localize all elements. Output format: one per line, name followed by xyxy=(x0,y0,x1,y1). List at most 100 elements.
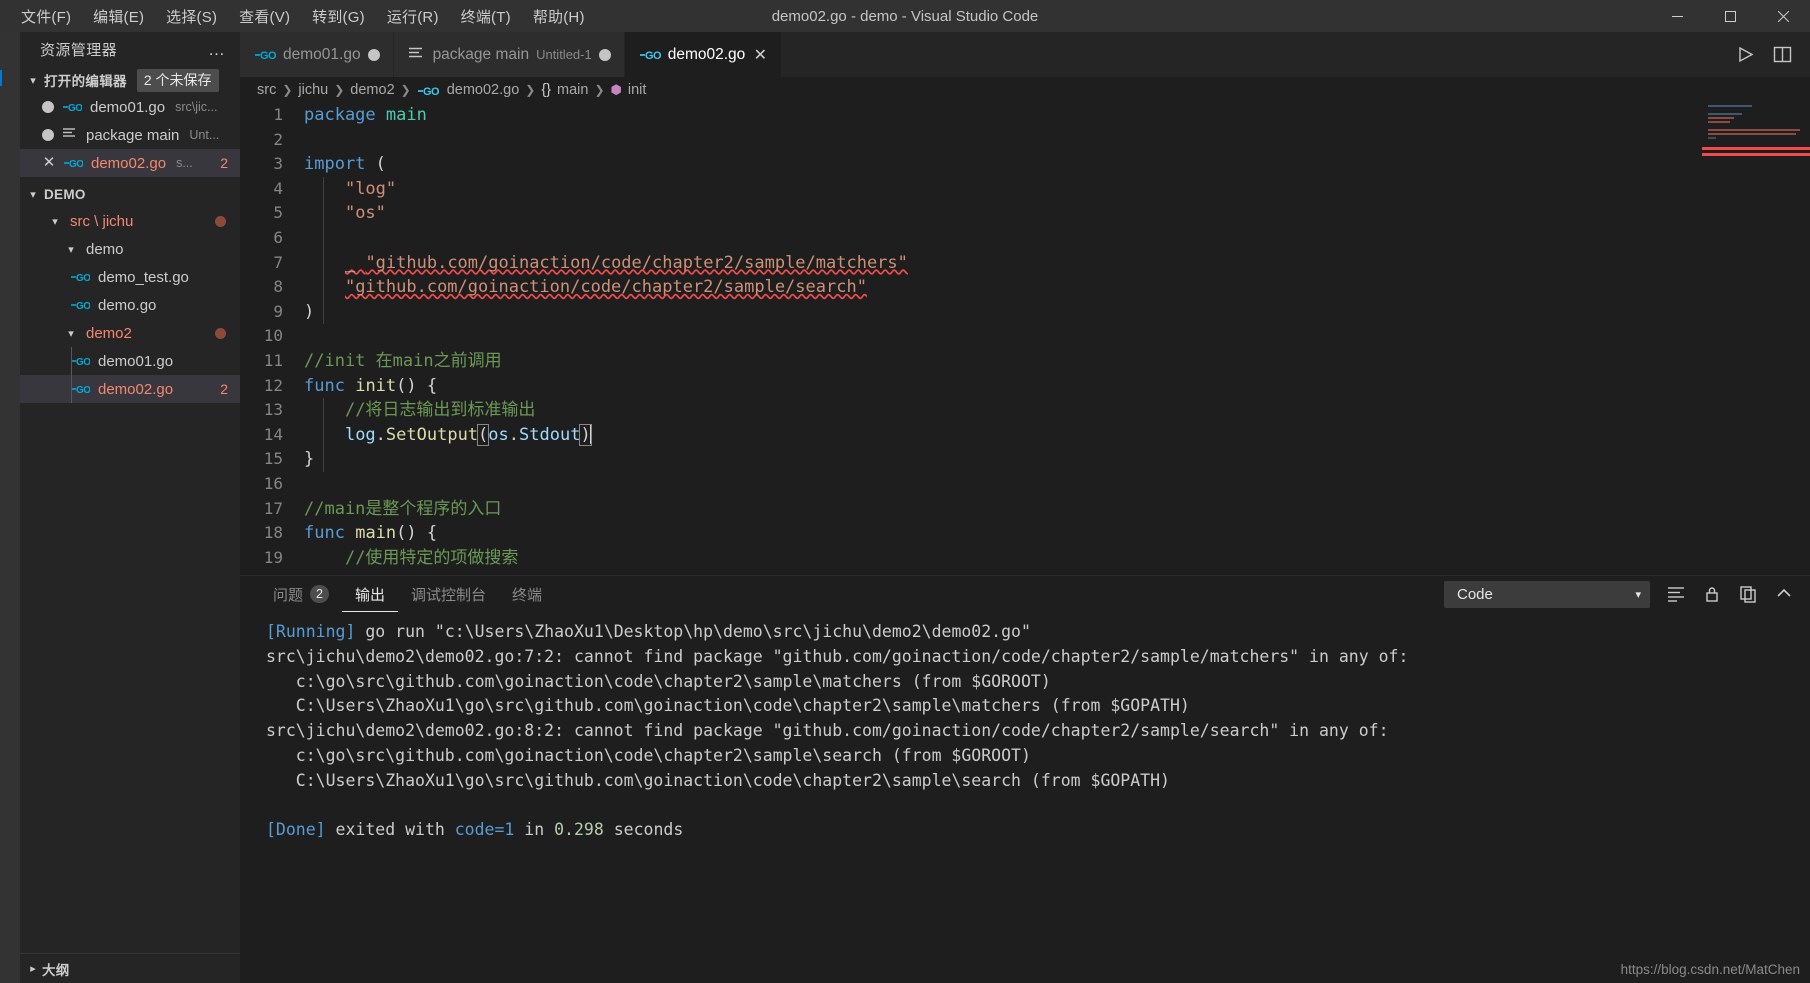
breadcrumb-item-demo2[interactable]: demo2 xyxy=(350,82,394,98)
tab-label: demo01.go xyxy=(283,45,361,63)
code-line[interactable]: 14 log.SetOutput(os.Stdout) xyxy=(240,423,1810,448)
breadcrumb-item-file[interactable]: demo02.go xyxy=(447,82,520,98)
dirty-indicator-icon[interactable] xyxy=(598,48,611,61)
dirty-indicator-icon[interactable] xyxy=(42,129,54,141)
open-editor-item-untitled[interactable]: package main Unt... xyxy=(20,121,240,149)
breadcrumb: src ❯ jichu ❯ demo2 ❯ GO demo02.go ❯ {} … xyxy=(240,77,1810,103)
menu-edit[interactable]: 编辑(E) xyxy=(82,3,155,30)
output-line: c:\go\src\github.com\goinaction\code\cha… xyxy=(266,745,1031,765)
collapse-panel-icon[interactable] xyxy=(1774,584,1794,604)
line-number: 17 xyxy=(263,498,283,518)
menu-help[interactable]: 帮助(H) xyxy=(522,3,596,30)
tree-item-demo-go[interactable]: GO demo.go xyxy=(20,291,240,319)
outline-section-header[interactable]: ▸ 大纲 xyxy=(20,953,240,983)
breadcrumb-item-jichu[interactable]: jichu xyxy=(298,82,328,98)
open-editors-section-header[interactable]: ▾ 打开的编辑器 2 个未保存 xyxy=(20,67,240,93)
minimize-icon xyxy=(1672,15,1683,17)
open-editor-item-demo02[interactable]: ✕ GO demo02.go s... 2 xyxy=(20,149,240,177)
chevron-down-icon[interactable]: ▾ xyxy=(62,327,80,340)
code-line[interactable]: 15} xyxy=(240,447,1810,472)
code-content[interactable]: 1 package main 2 3 import (4 "log" 5 "os" 6 7 _… xyxy=(240,103,1810,570)
menu-terminal[interactable]: 终端(T) xyxy=(450,3,522,30)
breadcrumb-item-src[interactable]: src xyxy=(257,82,276,98)
open-editor-item-demo01[interactable]: GO demo01.go src\jic... xyxy=(20,93,240,121)
code-line[interactable]: 19 //使用特定的项做搜索 xyxy=(240,546,1810,571)
more-actions-icon[interactable]: … xyxy=(208,41,226,58)
tree-item-demo-test-go[interactable]: GO demo_test.go xyxy=(20,263,240,291)
dirty-indicator-icon[interactable] xyxy=(42,101,54,113)
clear-output-icon[interactable] xyxy=(1666,584,1686,604)
output-channel-select[interactable]: Code ▾ xyxy=(1444,580,1650,608)
menu-file[interactable]: 文件(F) xyxy=(10,3,82,30)
output-view[interactable]: [Running] go run "c:\Users\ZhaoXu1\Deskt… xyxy=(240,612,1810,983)
code-line[interactable]: 11 //init 在main之前调用 xyxy=(240,349,1810,374)
chevron-down-icon[interactable]: ▾ xyxy=(46,215,64,228)
line-number: 6 xyxy=(273,227,283,247)
breadcrumb-item-init[interactable]: init xyxy=(628,82,647,98)
problems-count-badge: 2 xyxy=(310,585,330,603)
code-line[interactable]: 8 "github.com/goinaction/code/chapter2/s… xyxy=(240,275,1810,300)
code-editor[interactable]: 1 package main 2 3 import (4 "log" 5 "os" 6 7 _… xyxy=(240,103,1810,575)
close-button[interactable] xyxy=(1757,0,1810,32)
code-line[interactable]: 16 xyxy=(240,472,1810,497)
dirty-indicator-icon[interactable] xyxy=(367,48,380,61)
code-line[interactable]: 13 //将日志输出到标准输出 xyxy=(240,398,1810,423)
code-line[interactable]: 3 import ( xyxy=(240,152,1810,177)
explorer-root-header[interactable]: ▾ DEMO xyxy=(20,181,240,207)
code-line[interactable]: 10 xyxy=(240,324,1810,349)
breadcrumb-item-main[interactable]: main xyxy=(557,82,588,98)
error-overview-marker[interactable] xyxy=(1702,153,1810,156)
svg-text:GO: GO xyxy=(423,86,439,97)
code-line[interactable]: 6 xyxy=(240,226,1810,251)
run-icon[interactable] xyxy=(1736,45,1755,64)
code-line[interactable]: 4 "log" xyxy=(240,177,1810,202)
menu-run[interactable]: 运行(R) xyxy=(376,3,450,30)
activity-bar xyxy=(0,32,20,983)
code-line[interactable]: 9) xyxy=(240,300,1810,325)
error-overview-marker[interactable] xyxy=(1702,147,1810,150)
code-line[interactable]: 5 "os" xyxy=(240,201,1810,226)
code-text: } xyxy=(304,449,315,470)
tree-item-demo2[interactable]: ▾ demo2 xyxy=(20,319,240,347)
lock-scroll-icon[interactable] xyxy=(1702,584,1722,604)
svg-text:GO: GO xyxy=(76,273,90,283)
code-line[interactable]: 2 xyxy=(240,128,1810,153)
tab-output[interactable]: 输出 xyxy=(342,576,398,612)
tree-item-demo02-go[interactable]: GO demo02.go 2 xyxy=(20,375,240,403)
code-line[interactable]: 1 package main xyxy=(240,103,1810,128)
minimap[interactable] xyxy=(1702,103,1810,575)
tab-debug-console[interactable]: 调试控制台 xyxy=(398,576,499,612)
open-in-editor-icon[interactable] xyxy=(1738,584,1758,604)
file-tree: ▾ src \ jichu ▾ demo GO demo_test.go GO … xyxy=(20,207,240,403)
svg-text:GO: GO xyxy=(76,301,90,311)
close-icon[interactable]: ✕ xyxy=(752,45,768,65)
chevron-down-icon: ▾ xyxy=(30,188,36,201)
maximize-button[interactable] xyxy=(1704,0,1757,32)
tab-problems[interactable]: 问题 2 xyxy=(260,576,342,612)
tree-item-demo[interactable]: ▾ demo xyxy=(20,235,240,263)
code-line[interactable]: 17 //main是整个程序的入口 xyxy=(240,497,1810,522)
open-editor-path: s... xyxy=(176,156,193,170)
chevron-down-icon[interactable]: ▾ xyxy=(62,243,80,256)
window-controls xyxy=(1651,0,1810,32)
code-line[interactable]: 12 func init() { xyxy=(240,374,1810,399)
menu-go[interactable]: 转到(G) xyxy=(301,3,376,30)
menu-bar: 文件(F) 编辑(E) 选择(S) 查看(V) 转到(G) 运行(R) 终端(T… xyxy=(0,3,596,30)
split-editor-icon[interactable] xyxy=(1773,45,1792,64)
tab-package-main[interactable]: package main Untitled-1 xyxy=(393,32,625,77)
minimize-button[interactable] xyxy=(1651,0,1704,32)
menu-view[interactable]: 查看(V) xyxy=(228,3,301,30)
tree-item-demo01-go[interactable]: GO demo01.go xyxy=(20,347,240,375)
close-icon[interactable]: ✕ xyxy=(42,155,56,170)
file-lines-icon xyxy=(408,46,426,64)
tree-item-src-jichu[interactable]: ▾ src \ jichu xyxy=(20,207,240,235)
tab-demo01-go[interactable]: GO demo01.go xyxy=(240,32,394,77)
code-line[interactable]: 7 _ "github.com/goinaction/code/chapter2… xyxy=(240,251,1810,276)
code-text: func main() { xyxy=(304,523,438,544)
code-line[interactable]: 18 func main() { xyxy=(240,521,1810,546)
tree-item-label: src \ jichu xyxy=(70,212,134,230)
code-text: //将日志输出到标准输出 xyxy=(344,400,536,421)
tab-demo02-go[interactable]: GO demo02.go ✕ xyxy=(624,32,783,77)
menu-selection[interactable]: 选择(S) xyxy=(155,3,228,30)
tab-terminal[interactable]: 终端 xyxy=(499,576,555,612)
